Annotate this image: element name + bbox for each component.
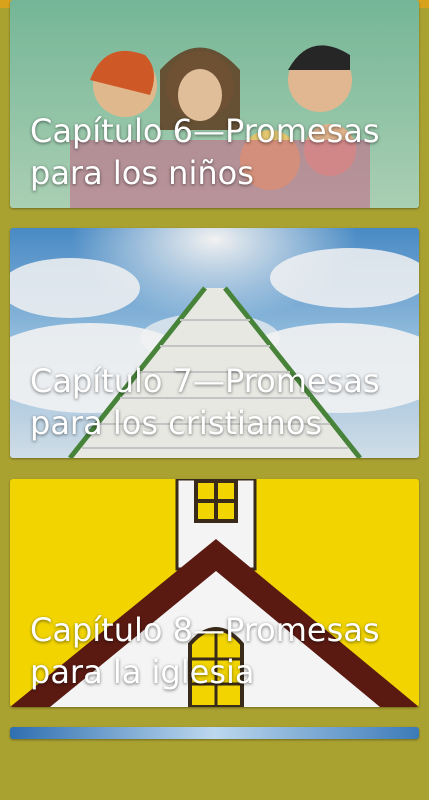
chapter-title: Capítulo 8—Promesas para la iglesia [30, 609, 409, 693]
chapter-card-next[interactable] [10, 727, 419, 739]
chapter-card-8[interactable]: Capítulo 8—Promesas para la iglesia [10, 479, 419, 707]
chapter-title-line1: Capítulo 6—Promesas [30, 112, 380, 150]
chapter-title-line2: para la iglesia [30, 653, 255, 691]
chapter-title: Capítulo 6—Promesas para los niños [30, 110, 409, 194]
card-image-partial [10, 727, 419, 739]
chapter-title-line1: Capítulo 8—Promesas [30, 611, 380, 649]
chapter-title-line1: Capítulo 7—Promesas [30, 362, 380, 400]
chapter-title-line2: para los niños [30, 154, 254, 192]
chapter-title-line2: para los cristianos [30, 404, 323, 442]
chapter-title: Capítulo 7—Promesas para los cristianos [30, 360, 409, 444]
chapter-card-6[interactable]: Capítulo 6—Promesas para los niños [10, 0, 419, 208]
chapter-card-7[interactable]: Capítulo 7—Promesas para los cristianos [10, 228, 419, 458]
